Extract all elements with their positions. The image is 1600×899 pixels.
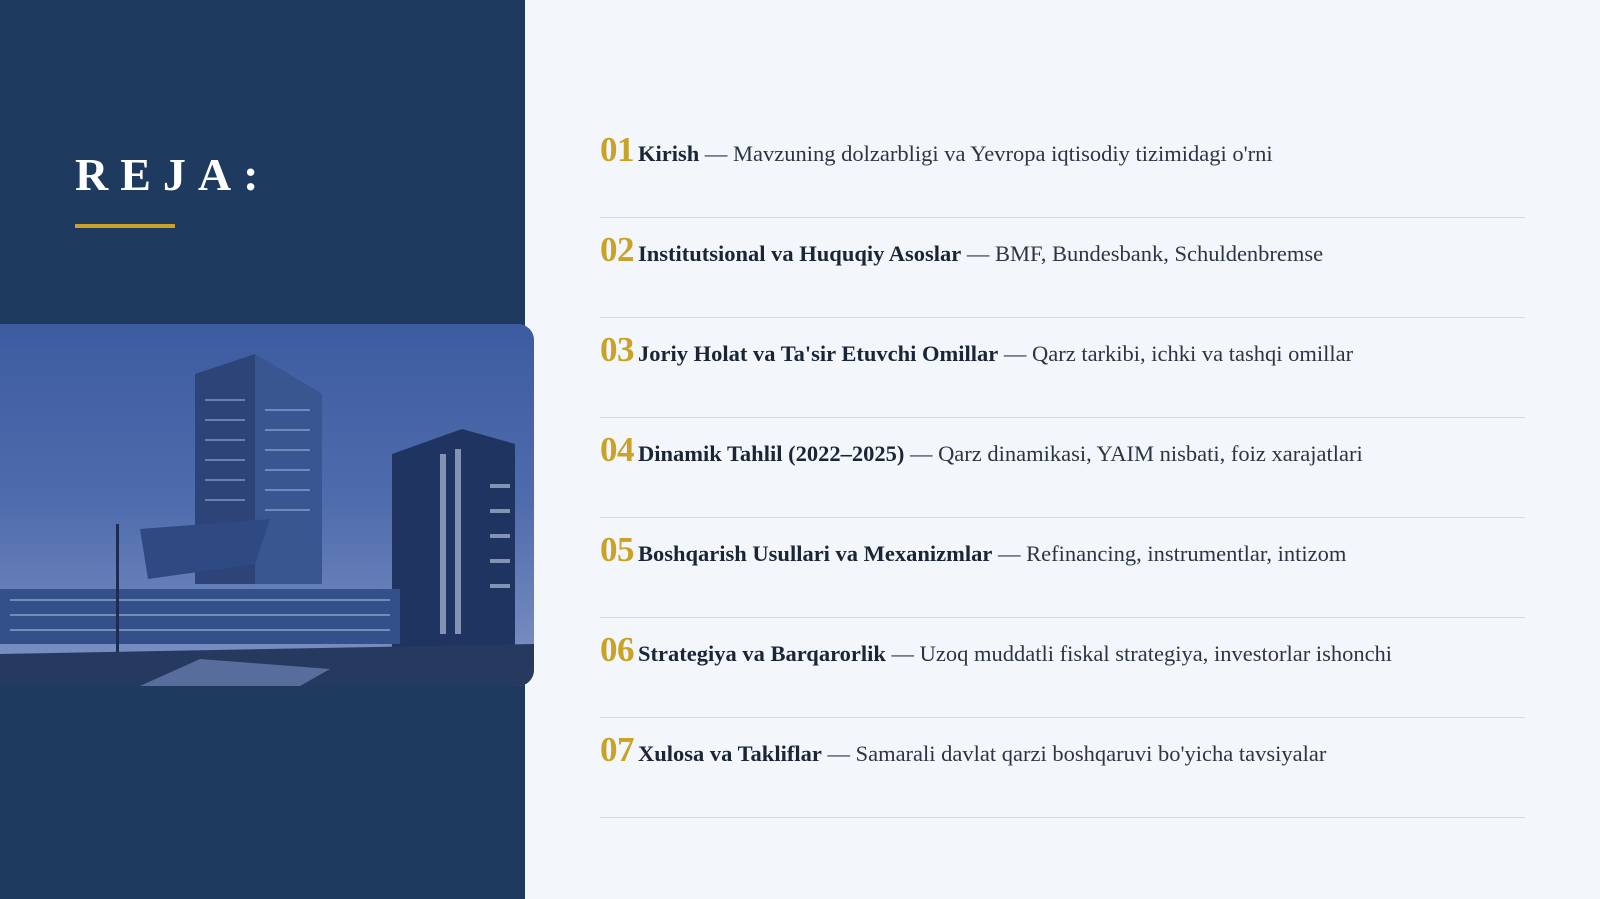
- agenda-line: 06 Strategiya va Barqarorlik — Uzoq mudd…: [600, 630, 1392, 670]
- item-number: 05: [600, 530, 635, 569]
- agenda-line: 07 Xulosa va Takliflar — Samarali davlat…: [600, 730, 1326, 770]
- item-title: Dinamik Tahlil (2022–2025): [638, 441, 905, 466]
- building-photo: [0, 324, 534, 686]
- agenda-item-6: 06 Strategiya va Barqarorlik — Uzoq mudd…: [600, 618, 1525, 718]
- item-title: Xulosa va Takliflar: [638, 741, 822, 766]
- item-title: Kirish: [638, 141, 700, 166]
- agenda-item-2: 02 Institutsional va Huquqiy Asoslar — B…: [600, 218, 1525, 318]
- item-description: Refinancing, instrumentlar, intizom: [1026, 541, 1347, 566]
- item-separator: —: [699, 141, 734, 166]
- item-separator: —: [961, 241, 995, 266]
- agenda-line: 05 Boshqarish Usullari va Mexanizmlar — …: [600, 530, 1346, 570]
- slide-title: REJA:: [75, 149, 271, 200]
- item-number: 03: [600, 330, 635, 369]
- slide: REJA: 01 Kirish — Mavzuning dolzarbligi …: [0, 0, 1600, 899]
- agenda-line: 02 Institutsional va Huquqiy Asoslar — B…: [600, 230, 1323, 270]
- item-description: Qarz tarkibi, ichki va tashqi omillar: [1031, 341, 1354, 366]
- low-building: [0, 589, 400, 644]
- item-title: Joriy Holat va Ta'sir Etuvchi Omillar: [638, 341, 999, 366]
- item-description: Qarz dinamikasi, YAIM nisbati, foiz xara…: [938, 441, 1363, 466]
- item-description: Uzoq muddatli fiskal strategiya, investo…: [919, 641, 1393, 666]
- agenda-item-5: 05 Boshqarish Usullari va Mexanizmlar — …: [600, 518, 1525, 618]
- item-title: Institutsional va Huquqiy Asoslar: [638, 241, 962, 266]
- agenda-line: 03 Joriy Holat va Ta'sir Etuvchi Omillar…: [600, 330, 1353, 370]
- agenda-item-1: 01 Kirish — Mavzuning dolzarbligi va Yev…: [600, 118, 1525, 218]
- item-description: Mavzuning dolzarbligi va Yevropa iqtisod…: [733, 141, 1273, 166]
- item-number: 07: [600, 730, 635, 769]
- item-title: Strategiya va Barqarorlik: [638, 641, 886, 666]
- item-description: BMF, Bundesbank, Schuldenbremse: [994, 241, 1324, 266]
- building-illustration: [0, 354, 534, 686]
- agenda-line: 04 Dinamik Tahlil (2022–2025) — Qarz din…: [600, 430, 1363, 470]
- item-description: Samarali davlat qarzi boshqaruvi bo'yich…: [855, 741, 1327, 766]
- item-separator: —: [998, 341, 1032, 366]
- agenda-item-7: 07 Xulosa va Takliflar — Samarali davlat…: [600, 718, 1525, 818]
- agenda-item-3: 03 Joriy Holat va Ta'sir Etuvchi Omillar…: [600, 318, 1525, 418]
- item-title: Boshqarish Usullari va Mexanizmlar: [638, 541, 993, 566]
- agenda-list: 01 Kirish — Mavzuning dolzarbligi va Yev…: [600, 118, 1525, 818]
- lamp-post: [116, 524, 119, 654]
- item-separator: —: [821, 741, 856, 766]
- item-number: 06: [600, 630, 635, 669]
- item-separator: —: [885, 641, 920, 666]
- right-building: [392, 429, 515, 654]
- title-underline: [75, 224, 175, 228]
- item-separator: —: [904, 441, 939, 466]
- item-number: 04: [600, 430, 635, 469]
- item-number: 02: [600, 230, 635, 269]
- item-separator: —: [992, 541, 1027, 566]
- agenda-line: 01 Kirish — Mavzuning dolzarbligi va Yev…: [600, 130, 1273, 170]
- item-number: 01: [600, 130, 635, 169]
- agenda-item-4: 04 Dinamik Tahlil (2022–2025) — Qarz din…: [600, 418, 1525, 518]
